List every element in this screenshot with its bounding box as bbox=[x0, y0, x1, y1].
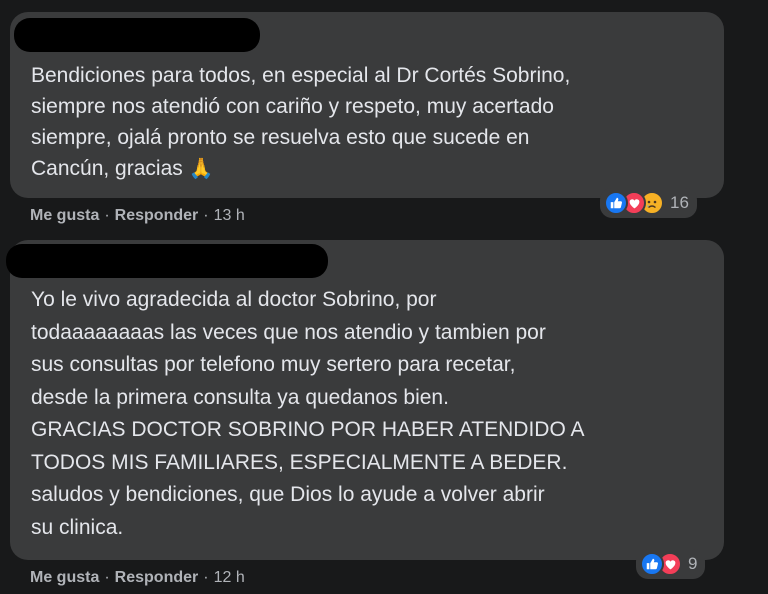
comment-text: Bendiciones para todos, en especial al D… bbox=[31, 64, 571, 180]
reaction-count: 16 bbox=[670, 193, 689, 212]
reaction-count: 9 bbox=[688, 554, 698, 573]
timestamp[interactable]: 12 h bbox=[214, 569, 245, 587]
comment-bubble: Yo le vivo agradecida al doctor Sobrino,… bbox=[6, 240, 724, 560]
comment-bubble: Bendiciones para todos, en especial al D… bbox=[10, 12, 724, 198]
redacted-author-name bbox=[6, 244, 328, 278]
comment-actions: Me gusta · Responder · 13 h bbox=[30, 207, 245, 225]
separator: · bbox=[203, 207, 209, 224]
redacted-author-name bbox=[14, 18, 260, 52]
timestamp[interactable]: 13 h bbox=[214, 207, 245, 225]
comments-page: Bendiciones para todos, en especial al D… bbox=[0, 0, 768, 594]
like-icon bbox=[604, 191, 628, 215]
reply-button[interactable]: Responder bbox=[115, 207, 199, 225]
comment-text: Yo le vivo agradecida al doctor Sobrino,… bbox=[31, 288, 585, 539]
reply-button[interactable]: Responder bbox=[115, 569, 199, 587]
separator: · bbox=[104, 569, 110, 586]
comment-actions: Me gusta · Responder · 12 h bbox=[30, 569, 245, 587]
separator: · bbox=[203, 569, 209, 586]
reaction-summary[interactable]: 16 bbox=[600, 188, 697, 218]
like-button[interactable]: Me gusta bbox=[30, 569, 99, 587]
folded-hands-emoji: 🙏 bbox=[188, 158, 214, 180]
reaction-summary[interactable]: 9 bbox=[636, 549, 706, 579]
like-button[interactable]: Me gusta bbox=[30, 207, 99, 225]
like-icon bbox=[640, 552, 664, 576]
separator: · bbox=[104, 207, 110, 224]
